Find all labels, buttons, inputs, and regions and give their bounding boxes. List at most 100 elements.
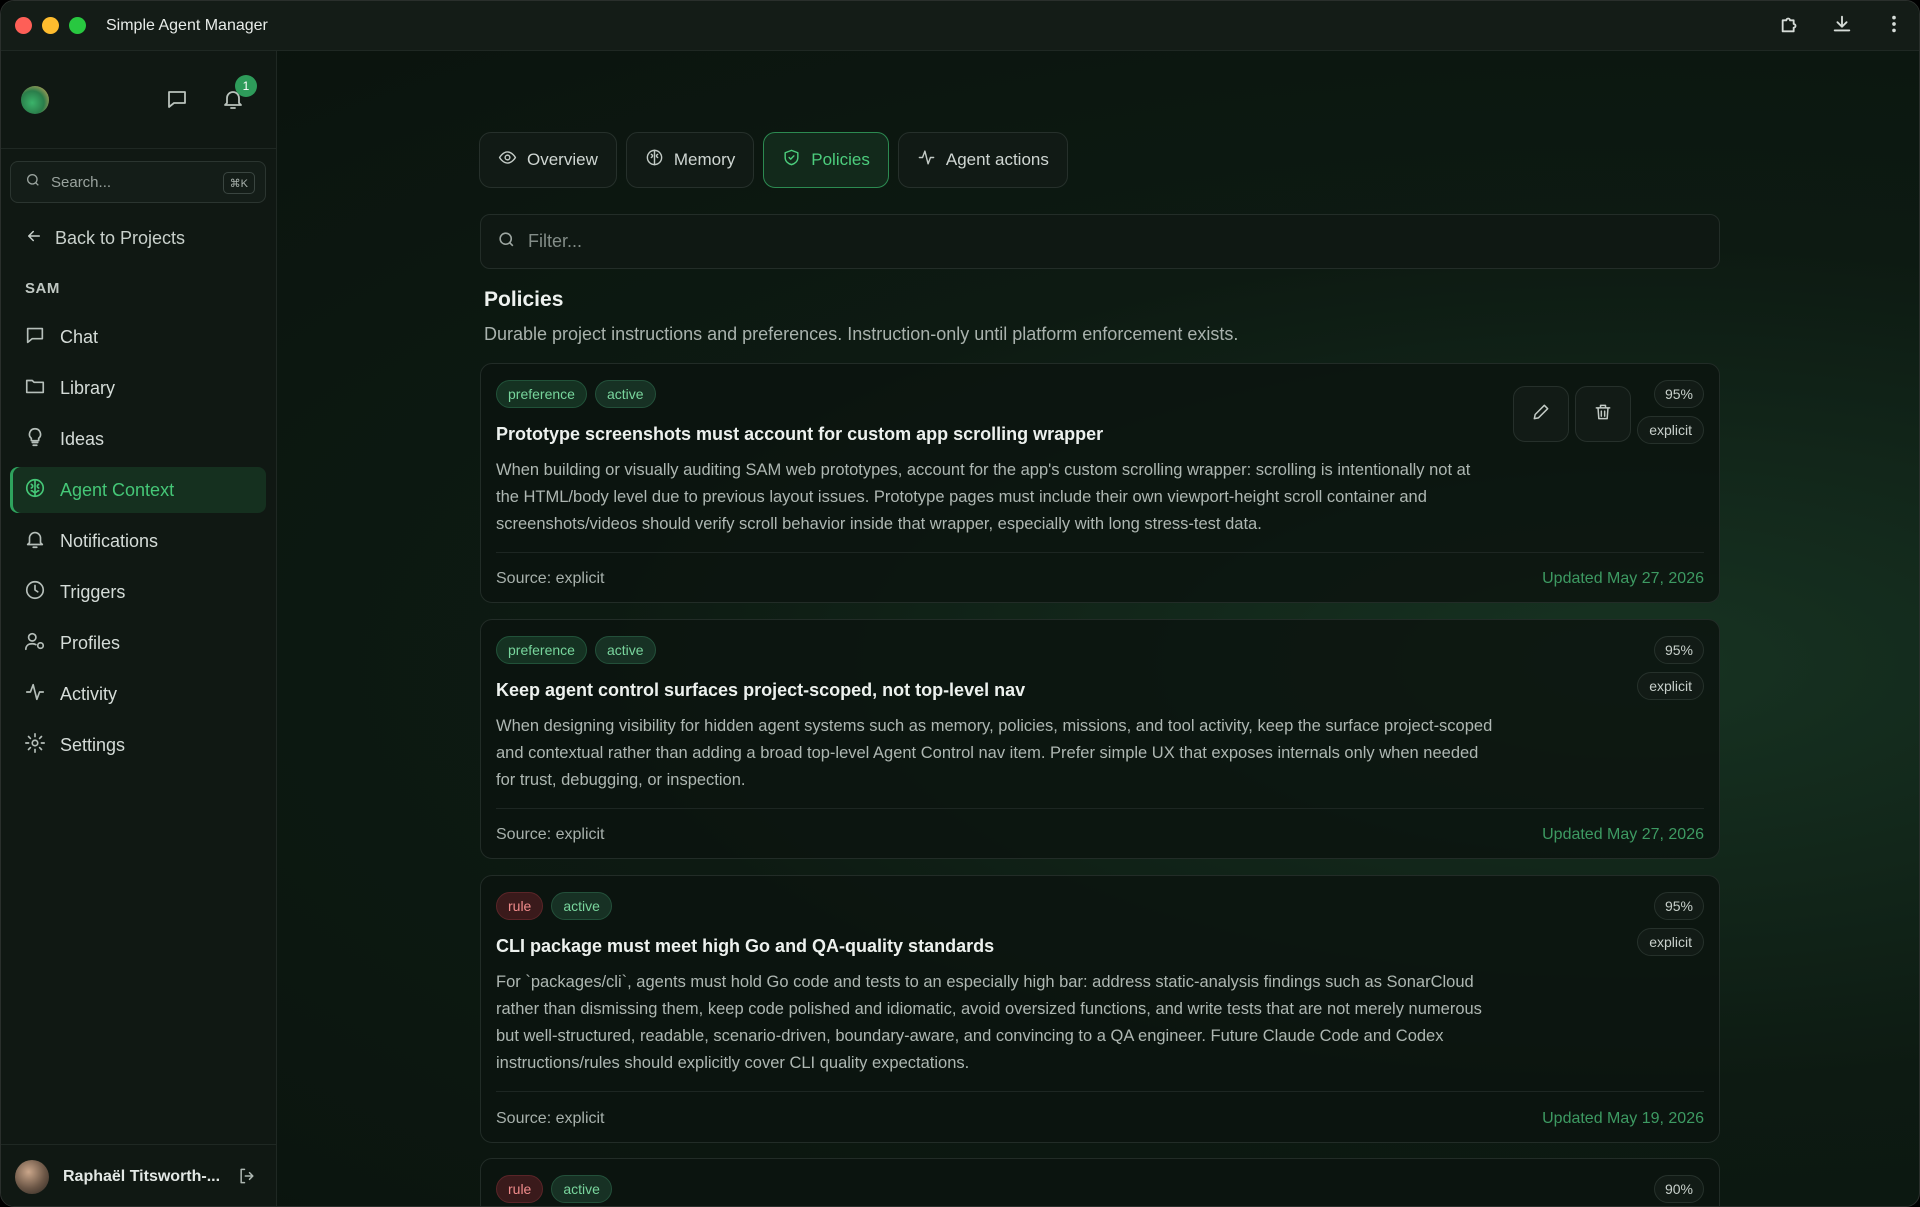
- sidebar-item-library[interactable]: Library: [10, 365, 266, 411]
- policy-card: rule active 95% explicit CLI package mus…: [480, 875, 1720, 1143]
- policy-tags: rule active: [496, 1175, 612, 1203]
- filter-input[interactable]: Filter...: [480, 214, 1720, 269]
- policy-body: When building or visually auditing SAM w…: [496, 461, 1471, 533]
- policy-title: Prototype screenshots must account for c…: [496, 424, 1104, 444]
- eye-icon: [498, 148, 517, 172]
- sidebar-item-label: Activity: [60, 683, 118, 704]
- policy-tags: preference active: [496, 636, 656, 664]
- delete-button[interactable]: [1575, 386, 1631, 442]
- sidebar-item-label: Notifications: [60, 530, 159, 551]
- sidebar-item-label: Profiles: [60, 632, 121, 653]
- maximize-window-button[interactable]: [69, 17, 86, 34]
- sidebar-item-label: Ideas: [60, 428, 105, 449]
- edit-button[interactable]: [1513, 386, 1569, 442]
- source-badge: explicit: [1637, 672, 1704, 700]
- activity-icon: [917, 148, 936, 172]
- kind-badge: rule: [496, 1175, 544, 1203]
- tab-label: Policies: [811, 150, 870, 169]
- policy-title: Keep agent control surfaces project-scop…: [496, 680, 1026, 700]
- bell-icon: [24, 528, 46, 555]
- tab-overview[interactable]: Overview: [479, 132, 617, 188]
- logout-icon[interactable]: [237, 1166, 257, 1191]
- activity-icon: [24, 681, 46, 708]
- kind-badge: preference: [496, 636, 587, 664]
- search-placeholder: Search...: [51, 173, 112, 191]
- shield-check-icon: [782, 148, 801, 172]
- search-icon: [497, 230, 516, 254]
- avatar: [15, 1159, 49, 1194]
- app-logo[interactable]: [21, 86, 49, 114]
- tab-memory[interactable]: Memory: [625, 132, 755, 188]
- divider: [496, 1091, 1704, 1092]
- source-badge: explicit: [1637, 928, 1704, 956]
- chat-icon: [24, 324, 46, 351]
- source-badge: explicit: [1637, 416, 1704, 444]
- policy-body: When designing visibility for hidden age…: [496, 717, 1493, 789]
- sidebar-item-profiles[interactable]: Profiles: [10, 620, 266, 666]
- sidebar-item-activity[interactable]: Activity: [10, 671, 266, 717]
- user-name: Raphaël Titsworth-...: [63, 1167, 221, 1185]
- tab-policies[interactable]: Policies: [763, 132, 889, 188]
- status-badge: active: [551, 1175, 612, 1203]
- policy-updated: Updated May 27, 2026: [1542, 570, 1704, 587]
- confidence-badge: 95%: [1653, 636, 1704, 664]
- confidence-badge: 95%: [1653, 380, 1704, 408]
- title-bar: Simple Agent Manager: [1, 1, 1919, 51]
- policy-tags: rule active: [496, 892, 612, 920]
- search-shortcut: ⌘K: [222, 172, 255, 194]
- kind-badge: preference: [496, 380, 587, 408]
- status-badge: active: [594, 636, 656, 664]
- tab-label: Agent actions: [945, 150, 1049, 169]
- policy-card: preference active 95% explicit Prototype…: [480, 363, 1720, 603]
- title-bar-actions: [1779, 1, 1905, 51]
- sidebar-item-triggers[interactable]: Triggers: [10, 569, 266, 615]
- sidebar-item-label: Triggers: [60, 581, 126, 602]
- lightbulb-icon: [24, 426, 46, 453]
- brain-icon: [645, 148, 664, 172]
- tab-label: Memory: [673, 150, 736, 169]
- divider: [496, 808, 1704, 809]
- window-title: Simple Agent Manager: [106, 16, 268, 34]
- app-window: Simple Agent Manager 1 Search... ⌘K Back…: [0, 0, 1920, 1207]
- pencil-icon: [1531, 402, 1551, 427]
- policy-tags: preference active: [496, 380, 656, 408]
- policy-source: Source: explicit: [496, 570, 605, 587]
- page-subtitle: Durable project instructions and prefere…: [484, 324, 1239, 344]
- trash-icon: [1593, 402, 1613, 427]
- tab-agent-actions[interactable]: Agent actions: [897, 132, 1068, 188]
- download-icon[interactable]: [1831, 13, 1853, 40]
- sidebar-item-ideas[interactable]: Ideas: [10, 416, 266, 462]
- notification-count-badge: 1: [235, 75, 257, 97]
- sidebar-search[interactable]: Search... ⌘K: [10, 161, 266, 203]
- policy-body: For `packages/cli`, agents must hold Go …: [496, 973, 1482, 1072]
- brain-icon: [24, 477, 46, 504]
- close-window-button[interactable]: [15, 17, 32, 34]
- more-vertical-icon[interactable]: [1883, 13, 1905, 40]
- sidebar-nav: Chat Library Ideas Agent Context Notific…: [10, 314, 266, 773]
- sidebar-header: 1: [1, 51, 276, 149]
- chat-icon[interactable]: [165, 87, 191, 113]
- policy-card: preference active 95% explicit Keep agen…: [480, 619, 1720, 859]
- kind-badge: rule: [496, 892, 544, 920]
- sidebar-item-chat[interactable]: Chat: [10, 314, 266, 360]
- policy-title: CLI package must meet high Go and QA-qua…: [496, 936, 995, 956]
- sidebar-item-notifications[interactable]: Notifications: [10, 518, 266, 564]
- sidebar-item-label: Library: [60, 377, 116, 398]
- policy-source: Source: explicit: [496, 826, 605, 843]
- gear-icon: [24, 732, 46, 759]
- sidebar-item-agent-context[interactable]: Agent Context: [10, 467, 266, 513]
- confidence-badge: 90%: [1653, 1175, 1704, 1203]
- user-profile[interactable]: Raphaël Titsworth-...: [1, 1144, 277, 1206]
- sidebar-item-label: Chat: [60, 326, 99, 347]
- tab-label: Overview: [527, 150, 598, 169]
- sidebar-item-settings[interactable]: Settings: [10, 722, 266, 768]
- sidebar: 1 Search... ⌘K Back to Projects SAM Chat…: [1, 51, 277, 1206]
- extensions-icon[interactable]: [1779, 13, 1801, 40]
- status-badge: active: [594, 380, 656, 408]
- back-to-projects-link[interactable]: Back to Projects: [25, 227, 185, 250]
- page-title: Policies: [484, 288, 564, 311]
- window-controls: [15, 17, 86, 34]
- clock-icon: [24, 579, 46, 606]
- minimize-window-button[interactable]: [42, 17, 59, 34]
- sidebar-item-label: Agent Context: [60, 479, 175, 500]
